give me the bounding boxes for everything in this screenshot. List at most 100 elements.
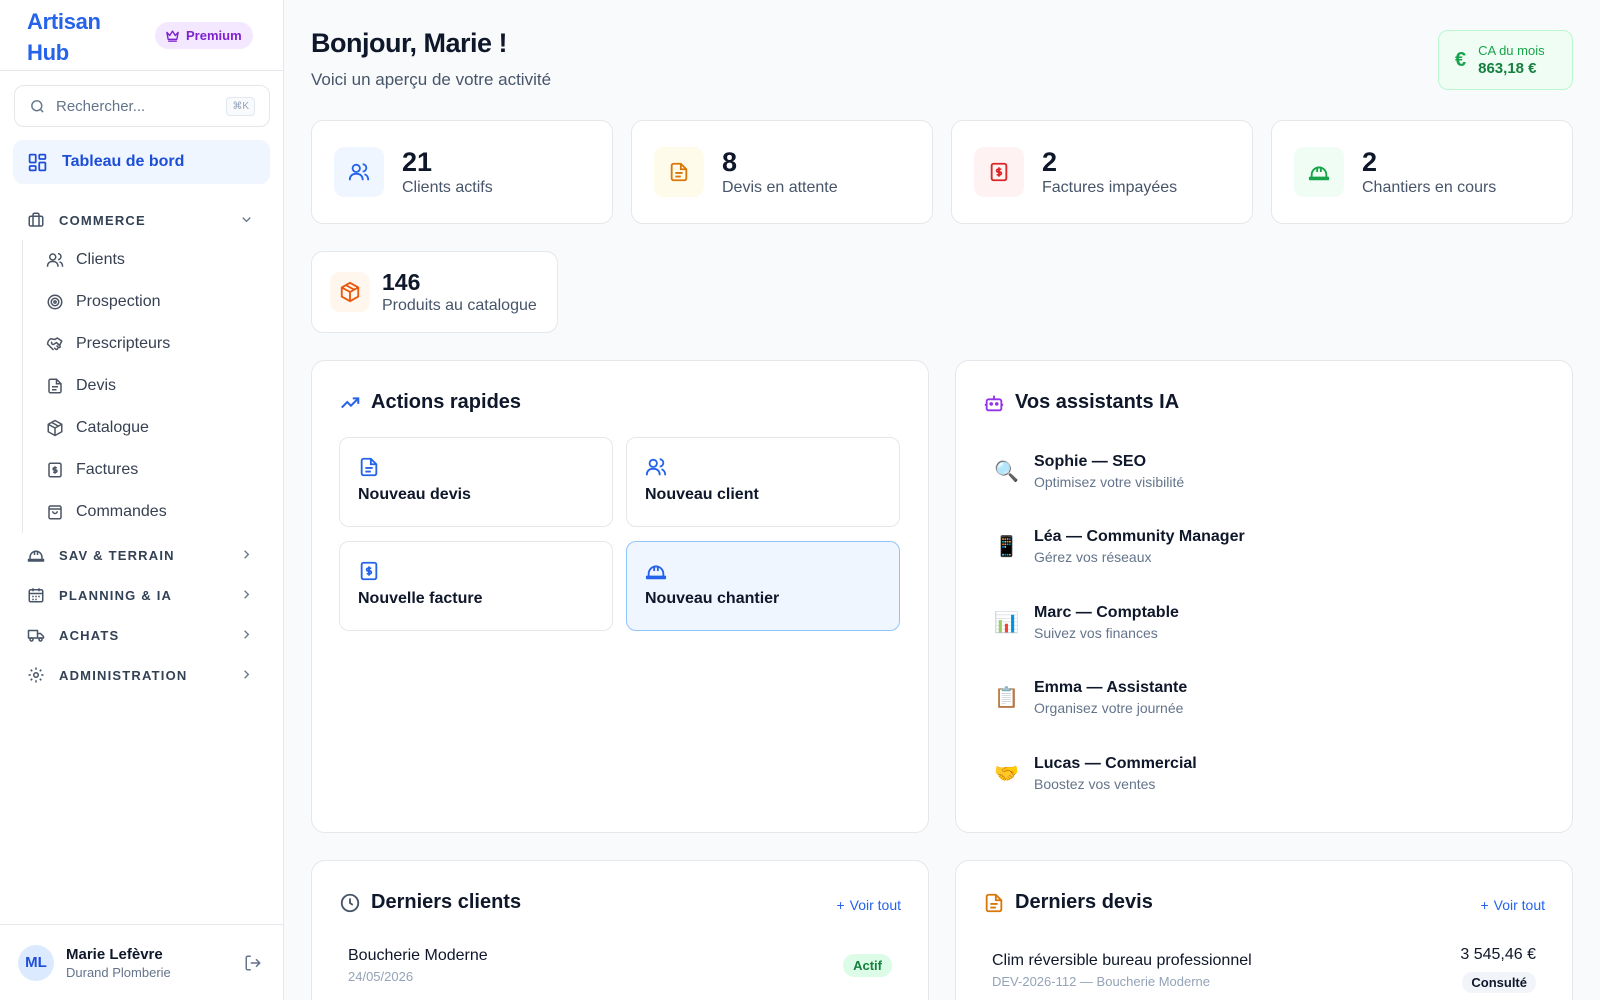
stat-value: 2 bbox=[1362, 147, 1378, 177]
assistant-name: Léa — Community Manager bbox=[1034, 528, 1245, 545]
sidebar-item-commandes[interactable]: Commandes bbox=[36, 492, 270, 532]
sidebar-item-label: Clients bbox=[76, 251, 125, 268]
page-title: Bonjour, Marie ! bbox=[311, 28, 508, 58]
monthly-revenue-badge: € CA du mois 863,18 € bbox=[1438, 30, 1573, 90]
avatar[interactable]: ML bbox=[18, 944, 54, 981]
sidebar-item-catalogue[interactable]: Catalogue bbox=[36, 408, 270, 448]
document-icon bbox=[46, 377, 64, 395]
section-commerce[interactable]: COMMERCE bbox=[13, 200, 270, 240]
users-icon bbox=[645, 456, 881, 478]
sidebar-item-factures[interactable]: Factures bbox=[36, 450, 270, 490]
action-label: Nouveau chantier bbox=[645, 590, 780, 607]
section-commerce-label: COMMERCE bbox=[59, 212, 146, 228]
users-icon bbox=[46, 251, 64, 269]
chevron-down-icon bbox=[239, 212, 254, 227]
section-achats-label: ACHATS bbox=[59, 627, 120, 643]
document-icon bbox=[358, 456, 594, 478]
briefcase-icon bbox=[27, 211, 45, 229]
page-subtitle: Voici un aperçu de votre activité bbox=[311, 70, 552, 89]
section-administration[interactable]: ADMINISTRATION bbox=[13, 655, 270, 695]
see-all-label: Voir tout bbox=[1493, 897, 1545, 913]
section-planning-ia[interactable]: PLANNING & IA bbox=[13, 575, 270, 615]
sidebar-item-label: Factures bbox=[76, 461, 139, 478]
see-all-clients-link[interactable]: + Voir tout bbox=[836, 897, 901, 913]
assistant-desc: Organisez votre journée bbox=[1034, 700, 1184, 716]
section-achats[interactable]: ACHATS bbox=[13, 615, 270, 655]
assistant-name: Lucas — Commercial bbox=[1034, 755, 1197, 772]
action-label: Nouveau devis bbox=[358, 486, 471, 503]
quote-ref: DEV-2026-112 — Boucherie Moderne bbox=[992, 974, 1210, 989]
invoice-icon bbox=[358, 560, 594, 582]
status-badge: Consulté bbox=[1462, 972, 1536, 993]
package-icon bbox=[46, 419, 64, 437]
status-badge: Actif bbox=[843, 954, 892, 977]
plus-icon: + bbox=[836, 897, 845, 913]
search-shortcut: ⌘K bbox=[226, 96, 255, 116]
new-invoice-button[interactable]: Nouvelle facture bbox=[339, 541, 613, 631]
phone-icon: 📱 bbox=[994, 536, 1019, 558]
table-row[interactable]: Clim réversible bureau professionnel DEV… bbox=[992, 952, 1252, 989]
nav-dashboard-label: Tableau de bord bbox=[62, 153, 185, 170]
stat-card-chantiers[interactable]: 2 Chantiers en cours bbox=[1271, 120, 1573, 224]
stat-card-factures[interactable]: 2 Factures impayées bbox=[951, 120, 1253, 224]
assistant-name: Marc — Comptable bbox=[1034, 604, 1179, 621]
document-icon bbox=[983, 892, 1005, 914]
robot-icon bbox=[983, 392, 1005, 414]
new-worksite-button[interactable]: Nouveau chantier bbox=[626, 541, 900, 631]
assistant-item[interactable]: 📱 Léa — Community Manager Gérez vos rése… bbox=[994, 528, 1245, 565]
ai-assistants-title: Vos assistants IA bbox=[1015, 391, 1180, 413]
stat-card-produits[interactable]: 146 Produits au catalogue bbox=[311, 251, 558, 333]
user-company: Durand Plomberie bbox=[66, 964, 171, 980]
assistant-desc: Optimisez votre visibilité bbox=[1034, 474, 1185, 490]
user-profile: ML Marie Lefèvre Durand Plomberie bbox=[0, 924, 284, 1000]
app-logo[interactable]: Artisan Hub bbox=[27, 6, 137, 68]
sidebar-item-prescripteurs[interactable]: Prescripteurs bbox=[36, 324, 270, 364]
stat-value: 8 bbox=[722, 147, 738, 177]
trending-up-icon bbox=[339, 392, 361, 414]
gear-icon bbox=[27, 666, 45, 684]
premium-badge[interactable]: Premium bbox=[155, 22, 253, 49]
shopping-bag-icon bbox=[46, 503, 64, 521]
magnifier-icon: 🔍 bbox=[994, 461, 1019, 483]
stat-label: Produits au catalogue bbox=[382, 297, 537, 314]
stat-label: Factures impayées bbox=[1042, 179, 1178, 196]
sidebar-item-devis[interactable]: Devis bbox=[36, 366, 270, 406]
hard-hat-icon bbox=[27, 546, 45, 564]
plus-icon: + bbox=[1480, 897, 1489, 913]
brand-row: Artisan Hub Premium bbox=[0, 0, 283, 71]
section-planning-label: PLANNING & IA bbox=[59, 587, 173, 603]
search-input[interactable]: Rechercher... bbox=[56, 98, 216, 115]
section-sav-terrain[interactable]: SAV & TERRAIN bbox=[13, 535, 270, 575]
package-icon bbox=[330, 272, 370, 312]
sidebar-item-label: Prescripteurs bbox=[76, 335, 171, 352]
assistant-name: Sophie — SEO bbox=[1034, 453, 1147, 470]
sidebar-item-clients[interactable]: Clients bbox=[36, 240, 270, 280]
assistant-item[interactable]: 📋 Emma — Assistante Organisez votre jour… bbox=[994, 679, 1187, 716]
crown-icon bbox=[165, 28, 180, 43]
logout-icon[interactable] bbox=[244, 954, 262, 972]
action-label: Nouveau client bbox=[645, 486, 759, 503]
stat-card-devis[interactable]: 8 Devis en attente bbox=[631, 120, 933, 224]
new-quote-button[interactable]: Nouveau devis bbox=[339, 437, 613, 527]
hard-hat-icon bbox=[1294, 147, 1344, 197]
assistant-desc: Suivez vos finances bbox=[1034, 625, 1158, 641]
new-client-button[interactable]: Nouveau client bbox=[626, 437, 900, 527]
assistant-item[interactable]: 🤝 Lucas — Commercial Boostez vos ventes bbox=[994, 755, 1197, 792]
search-box[interactable]: Rechercher... ⌘K bbox=[14, 85, 270, 127]
premium-label: Premium bbox=[186, 28, 242, 43]
recent-clients-card: Derniers clients + Voir tout Boucherie M… bbox=[311, 860, 929, 1000]
chevron-right-icon bbox=[239, 627, 254, 642]
sidebar-item-label: Commandes bbox=[76, 503, 167, 520]
see-all-label: Voir tout bbox=[849, 897, 901, 913]
client-date: 24/05/2026 bbox=[348, 969, 414, 984]
sidebar: Artisan Hub Premium Rechercher... ⌘K Tab… bbox=[0, 0, 284, 1000]
assistant-desc: Boostez vos ventes bbox=[1034, 776, 1156, 792]
see-all-quotes-link[interactable]: + Voir tout bbox=[1480, 897, 1545, 913]
table-row[interactable]: Boucherie Moderne 24/05/2026 bbox=[348, 947, 488, 984]
stat-card-clients[interactable]: 21 Clients actifs bbox=[311, 120, 613, 224]
nav-dashboard[interactable]: Tableau de bord bbox=[13, 140, 270, 184]
assistant-item[interactable]: 🔍 Sophie — SEO Optimisez votre visibilit… bbox=[994, 453, 1184, 490]
sidebar-item-prospection[interactable]: Prospection bbox=[36, 282, 270, 322]
quote-amount: 3 545,46 € bbox=[1460, 946, 1536, 963]
assistant-item[interactable]: 📊 Marc — Comptable Suivez vos finances bbox=[994, 604, 1179, 641]
